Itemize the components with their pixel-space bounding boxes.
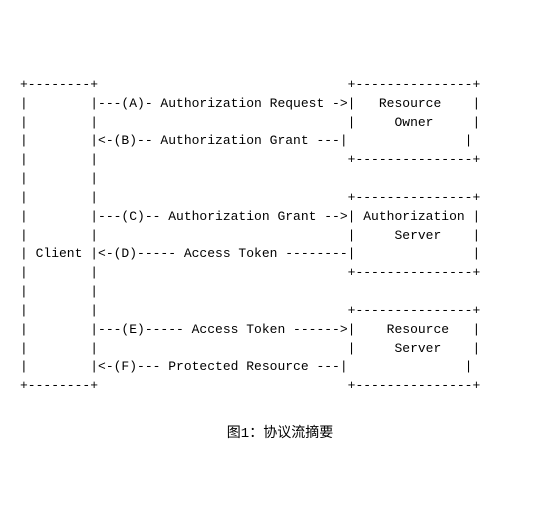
- diagram-text: +--------+ +---------------+ | |---(A)- …: [20, 76, 540, 396]
- diagram-container: +--------+ +---------------+ | |---(A)- …: [20, 66, 540, 442]
- diagram-caption: 图1：协议流摘要: [227, 422, 333, 442]
- oauth-diagram: +--------+ +---------------+ | |---(A)- …: [20, 66, 540, 406]
